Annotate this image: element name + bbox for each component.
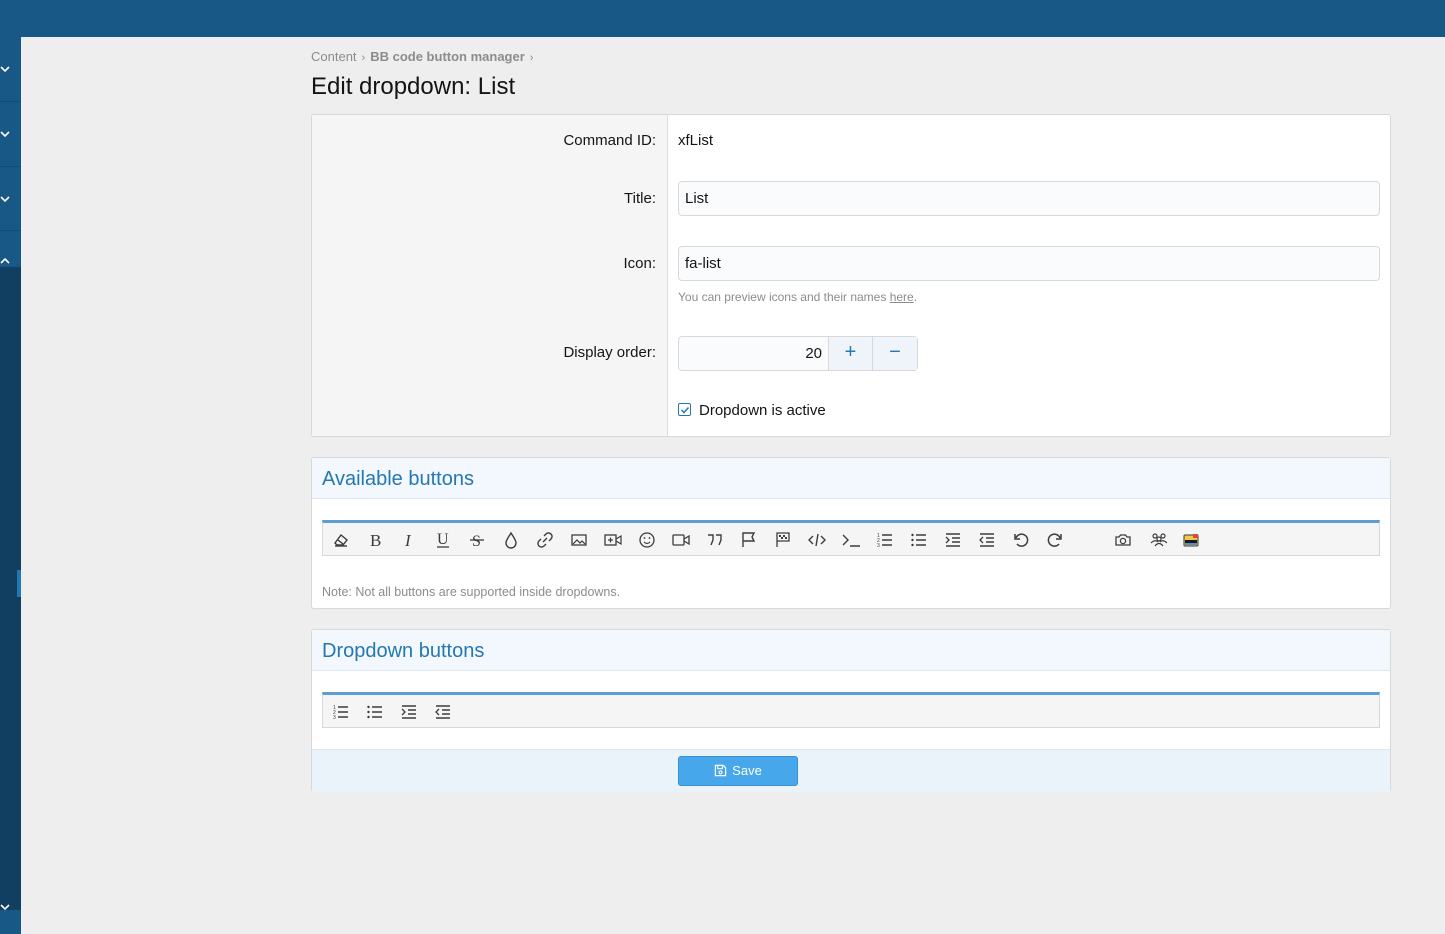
breadcrumb: Content › BB code button manager › xyxy=(311,49,538,64)
indent-icon[interactable] xyxy=(399,702,419,722)
title-label: Title: xyxy=(624,190,656,207)
quote-icon[interactable] xyxy=(705,530,725,550)
dropdown-active-checkbox[interactable] xyxy=(678,403,691,416)
save-button[interactable]: Save xyxy=(678,756,798,786)
available-buttons-header: Available buttons xyxy=(312,458,1390,499)
icon-preview-link[interactable]: here xyxy=(890,290,914,304)
form-label-column xyxy=(312,115,668,436)
command-id-value: xfList xyxy=(678,132,714,149)
decrement-button[interactable]: − xyxy=(873,337,917,370)
top-navigation-bar xyxy=(0,0,1445,37)
svg-text:S: S xyxy=(472,533,481,550)
breadcrumb-bb-code-button-manager[interactable]: BB code button manager xyxy=(370,49,525,64)
icon-input[interactable]: fa-list xyxy=(678,246,1380,281)
save-button-label: Save xyxy=(732,763,762,778)
checkmark-icon xyxy=(680,406,690,414)
chevron-up-icon xyxy=(0,257,10,264)
image-icon[interactable] xyxy=(569,530,589,550)
breadcrumb-separator: › xyxy=(361,52,366,64)
sidebar-section-content[interactable] xyxy=(0,231,21,291)
code-icon[interactable] xyxy=(807,530,827,550)
svg-text:B: B xyxy=(370,531,381,550)
strikethrough-icon[interactable]: S xyxy=(467,530,487,550)
breadcrumb-content[interactable]: Content xyxy=(311,49,357,64)
icon-hint-suffix: . xyxy=(913,290,918,304)
inline-spoiler-icon[interactable] xyxy=(773,530,793,550)
outdent-icon[interactable] xyxy=(433,702,453,722)
dropdown-buttons-header: Dropdown buttons xyxy=(312,630,1390,671)
redo-icon[interactable] xyxy=(1045,530,1065,550)
dropdown-active-label: Dropdown is active xyxy=(699,402,826,419)
unordered-list-icon[interactable] xyxy=(909,530,929,550)
command-id-label: Command ID: xyxy=(563,132,656,149)
chevron-down-icon xyxy=(0,66,10,73)
spoiler-flag-icon[interactable] xyxy=(739,530,759,550)
form-submit-row: Save xyxy=(312,749,1390,792)
edit-form: Command ID: xfList Title: List Icon: fa-… xyxy=(311,114,1391,437)
camera-icon[interactable] xyxy=(1113,530,1133,550)
video-icon[interactable] xyxy=(671,530,691,550)
icon-hint: You can preview icons and their names he… xyxy=(678,290,917,304)
italic-icon[interactable]: I xyxy=(399,530,419,550)
svg-text:3: 3 xyxy=(333,715,336,721)
sidebar-section-1[interactable] xyxy=(0,37,21,102)
media-icon[interactable] xyxy=(603,530,623,550)
users-icon[interactable] xyxy=(1149,530,1169,550)
sidebar-section-bottom[interactable] xyxy=(0,879,21,934)
svg-text:3: 3 xyxy=(877,543,880,549)
bold-icon[interactable]: B xyxy=(365,530,385,550)
chevron-down-icon xyxy=(0,195,10,202)
unordered-list-icon[interactable] xyxy=(365,702,385,722)
eraser-icon[interactable] xyxy=(331,530,351,550)
svg-text:U: U xyxy=(437,531,449,548)
page-title: Edit dropdown: List xyxy=(311,73,516,100)
sidebar xyxy=(0,37,21,934)
breadcrumb-separator: › xyxy=(529,52,534,64)
outdent-icon[interactable] xyxy=(977,530,997,550)
increment-button[interactable]: + xyxy=(829,337,873,370)
link-icon[interactable] xyxy=(535,530,555,550)
available-buttons-block: Available buttons B I U S 123 Note: Not … xyxy=(311,457,1391,609)
indent-icon[interactable] xyxy=(943,530,963,550)
ordered-list-icon[interactable]: 123 xyxy=(331,702,351,722)
save-icon xyxy=(714,764,727,777)
chevron-down-icon xyxy=(0,903,10,910)
icon-label: Icon: xyxy=(623,255,656,272)
undo-icon[interactable] xyxy=(1011,530,1031,550)
available-buttons-toolbar: B I U S 123 xyxy=(322,520,1380,556)
ordered-list-icon[interactable]: 123 xyxy=(875,530,895,550)
color-drop-icon[interactable] xyxy=(501,530,521,550)
dropdown-buttons-toolbar: 123 xyxy=(322,692,1380,728)
display-order-input[interactable]: 20 xyxy=(679,337,829,370)
svg-text:I: I xyxy=(404,531,412,550)
smilie-icon[interactable] xyxy=(637,530,657,550)
title-input[interactable]: List xyxy=(678,181,1380,216)
custom-color-icon[interactable] xyxy=(1181,530,1201,550)
display-order-label: Display order: xyxy=(563,344,656,361)
sidebar-section-3[interactable] xyxy=(0,167,21,231)
dropdown-active-option[interactable]: Dropdown is active xyxy=(678,402,826,419)
underline-icon[interactable]: U xyxy=(433,530,453,550)
sidebar-active-indicator xyxy=(17,570,21,597)
inline-code-icon[interactable] xyxy=(841,530,861,550)
chevron-down-icon xyxy=(0,131,10,138)
display-order-stepper: 20 + − xyxy=(678,336,918,371)
dropdown-buttons-block: Dropdown buttons 123 Save xyxy=(311,629,1391,792)
available-buttons-note: Note: Not all buttons are supported insi… xyxy=(322,585,621,599)
icon-hint-text: You can preview icons and their names xyxy=(678,290,890,304)
sidebar-section-2[interactable] xyxy=(0,102,21,167)
